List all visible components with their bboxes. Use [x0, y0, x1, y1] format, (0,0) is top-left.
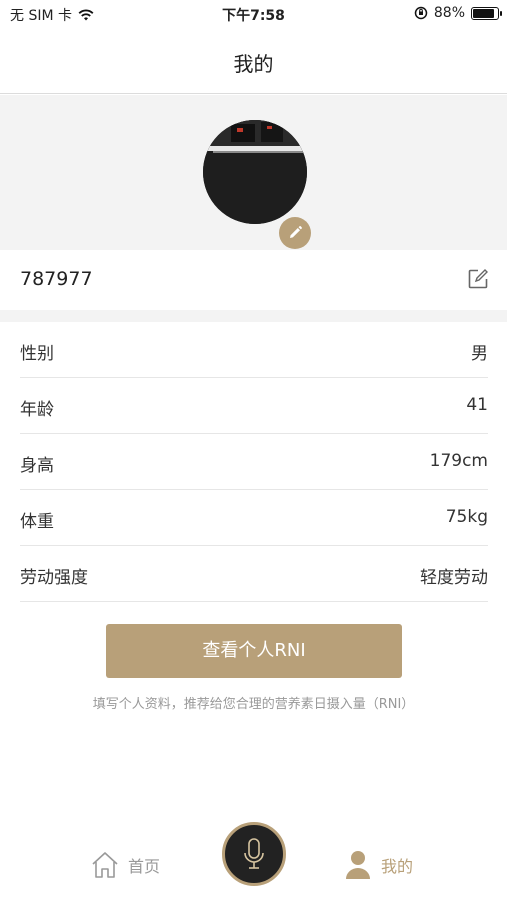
user-icon: [346, 851, 370, 879]
info-value: 75kg: [445, 507, 488, 527]
battery-percent: 88%: [433, 5, 465, 21]
info-value: 41: [466, 395, 488, 415]
avatar-section: [0, 95, 507, 250]
profile-info-list: 性别 男 年龄 41 身高 179cm 体重 75kg 劳动强度 轻度劳动: [20, 322, 488, 602]
avatar[interactable]: [203, 120, 307, 224]
tab-mine-label: 我的: [381, 857, 414, 876]
info-row-height[interactable]: 身高 179cm: [20, 434, 488, 490]
username-row[interactable]: 787977: [0, 250, 507, 310]
battery-icon: [471, 6, 502, 20]
tab-home-label: 首页: [128, 857, 161, 876]
home-icon: [92, 852, 118, 878]
avatar-edit-button[interactable]: [279, 217, 311, 249]
nav-bar: 我的: [0, 28, 507, 94]
tab-home[interactable]: 首页: [90, 850, 160, 880]
avatar-photo: [203, 120, 307, 224]
view-rni-button[interactable]: 查看个人RNI: [106, 624, 402, 678]
info-label: 年龄: [20, 400, 54, 420]
section-divider: [0, 310, 507, 322]
info-row-labor-intensity[interactable]: 劳动强度 轻度劳动: [20, 546, 488, 602]
info-label: 体重: [20, 512, 54, 532]
voice-input-button[interactable]: [222, 822, 286, 886]
info-label: 性别: [20, 344, 54, 364]
info-row-age[interactable]: 年龄 41: [20, 378, 488, 434]
info-row-weight[interactable]: 体重 75kg: [20, 490, 488, 546]
pencil-icon: [290, 226, 302, 238]
info-value: 男: [471, 344, 488, 364]
tab-mine[interactable]: 我的: [345, 850, 413, 880]
battery-level: [473, 8, 494, 18]
info-row-gender[interactable]: 性别 男: [20, 322, 488, 378]
microphone-icon: [244, 838, 264, 869]
page-title: 我的: [233, 52, 274, 76]
status-bar: 无 SIM 卡 下午7:58 88%: [0, 0, 507, 28]
rotation-lock-icon: [414, 6, 428, 20]
info-label: 劳动强度: [20, 568, 88, 588]
info-value: 179cm: [429, 451, 488, 471]
rni-hint-text: 填写个人资料，推荐给您合理的营养素日摄入量（RNI）: [92, 697, 415, 712]
tab-bar: 首页 我的: [0, 820, 507, 900]
edit-icon[interactable]: [467, 268, 489, 290]
info-value: 轻度劳动: [420, 568, 488, 588]
info-label: 身高: [20, 456, 54, 476]
username: 787977: [20, 268, 93, 290]
